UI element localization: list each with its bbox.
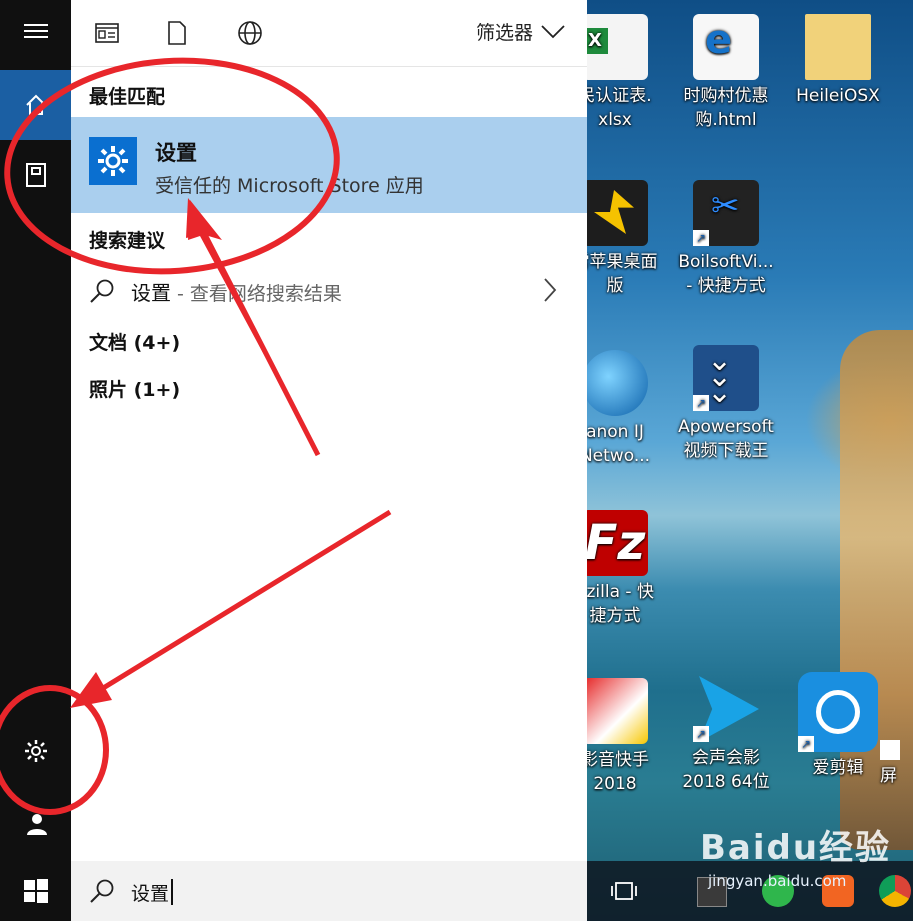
folder-icon (805, 14, 871, 80)
best-match-title: 设置 (155, 141, 197, 165)
shortcut-arrow-icon: ↗ (798, 736, 814, 752)
watermark-text: Baidu经验 (700, 828, 892, 868)
desktop-icon-label: 视频下载王 (683, 441, 769, 461)
filter-label: 筛选器 (475, 22, 533, 44)
scissors-film-icon: ✂ ↗ (693, 180, 759, 246)
settings-app-icon (89, 137, 137, 185)
windows-icon[interactable] (0, 862, 71, 920)
search-input-value: 设置 (131, 883, 170, 905)
desktop-icon-boilsoft[interactable]: ✂ ↗ BoilsoftVi... - 快捷方式 (676, 180, 776, 298)
web-suggestion-item[interactable]: 设置 - 查看网络搜索结果 (71, 264, 587, 316)
photos-category[interactable]: 照片 (1+) (89, 375, 180, 402)
search-toolbar: 筛选器 (71, 0, 587, 67)
user-icon[interactable] (0, 795, 71, 853)
suggestion-query: 设置 (131, 281, 171, 305)
play-app-icon: ↗ (693, 676, 759, 742)
desktop-icon-html[interactable]: e 时购村优惠 购.html (676, 14, 776, 132)
desktop-icon-apowersoft[interactable]: ⌄ ⌄ ⌄ ↗ Apowersoft 视频下载王 (676, 345, 776, 463)
desktop-icon-label: 时购村优惠 (683, 86, 769, 106)
best-match-header: 最佳匹配 (89, 86, 166, 108)
chevron-down-icon (541, 24, 565, 38)
edge-html-icon: e (693, 14, 759, 80)
desktop-icon-label: 购.html (695, 110, 757, 130)
film-reel-app-icon: ↗ (798, 672, 878, 752)
best-match-subtitle: 受信任的 Microsoft Store 应用 (155, 175, 424, 197)
desktop-icon-label: Apowersoft (678, 417, 774, 437)
shortcut-arrow-icon: ↗ (693, 230, 709, 246)
desktop-icon-partial[interactable]: 屏 (880, 740, 913, 788)
desktop-icon-label: 2018 64位 (682, 772, 770, 792)
desktop-icon-aijianji[interactable]: ↗ 爱剪辑 (788, 672, 888, 780)
suggestion-text: 设置 - 查看网络搜索结果 (131, 277, 342, 306)
desktop-icon-label: 会声会影 (692, 748, 760, 768)
menu-icon[interactable] (0, 2, 71, 60)
video-app-icon (582, 678, 648, 744)
search-icon (90, 279, 114, 303)
task-view-icon[interactable] (611, 879, 637, 903)
shortcut-arrow-icon: ↗ (693, 395, 709, 411)
desktop-icon-label: HeileiOSX (796, 86, 880, 106)
filter-dropdown[interactable]: 筛选器 (476, 18, 565, 45)
documents-category[interactable]: 文档 (4+) (89, 328, 180, 355)
home-icon[interactable] (0, 70, 71, 140)
suggestions-header: 搜索建议 (89, 230, 166, 252)
best-match-settings[interactable]: 设置 受信任的 Microsoft Store 应用 (71, 117, 587, 213)
text-caret (171, 879, 174, 905)
baidu-watermark: Baidu经验 jingyan.baidu.com (700, 820, 892, 890)
desktop-icon-label: 屏 (880, 766, 897, 786)
shortcut-arrow-icon: ↗ (693, 726, 709, 742)
search-box[interactable]: 设置 (71, 861, 587, 921)
search-results-panel: 筛选器 最佳匹配 设置 受信任的 Microsoft Store 应用 搜索建议… (71, 0, 587, 861)
documents-icon[interactable] (0, 146, 71, 204)
chevron-right-icon[interactable] (543, 278, 557, 302)
web-icon[interactable] (234, 18, 266, 48)
globe-app-icon (582, 350, 648, 416)
document-icon[interactable] (161, 18, 193, 48)
desktop-icon-heileiosx[interactable]: HeileiOSX (788, 14, 888, 108)
thunder-app-icon (582, 180, 648, 246)
chrome-icon[interactable] (879, 875, 911, 907)
taskbar (587, 861, 913, 921)
suggestion-suffix: - 查看网络搜索结果 (171, 283, 342, 305)
search-input[interactable]: 设置 (131, 879, 174, 906)
excel-file-icon: X (582, 14, 648, 80)
desktop-icon-label: BoilsoftVi... (678, 252, 774, 272)
desktop-icon-label: 爱剪辑 (812, 758, 864, 778)
settings-icon[interactable] (0, 722, 71, 780)
desktop-icon-label: - 快捷方式 (686, 276, 766, 296)
download-app-icon: ⌄ ⌄ ⌄ ↗ (693, 345, 759, 411)
desktop-icon-huisheng[interactable]: ↗ 会声会影 2018 64位 (676, 676, 776, 794)
shortcut-arrow-icon (880, 740, 900, 760)
filezilla-app-icon: Fz (582, 510, 648, 576)
start-left-rail (0, 0, 71, 921)
search-icon (90, 879, 114, 903)
apps-icon[interactable] (91, 18, 123, 48)
watermark-url: jingyan.baidu.com (708, 872, 847, 890)
